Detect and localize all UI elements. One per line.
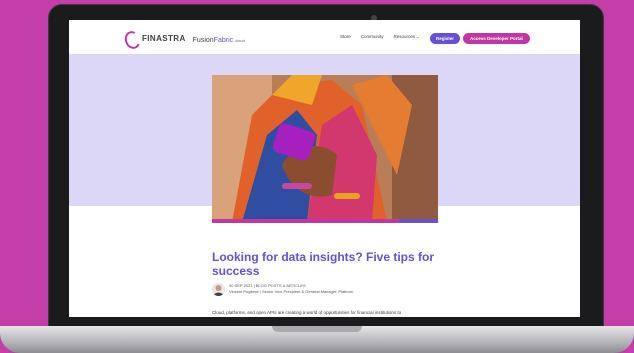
nav-community[interactable]: Community [361, 34, 384, 39]
finastra-logo-icon [125, 30, 138, 46]
logo-fusionfabric: FusionFabric.cloud [192, 37, 245, 44]
article-title: Looking for data insights? Five tips for… [212, 250, 435, 278]
developer-portal-button[interactable]: Access Developer Portal [463, 33, 530, 44]
nav-store[interactable]: Store [340, 34, 351, 39]
author-portrait [212, 283, 225, 296]
nav-resources[interactable]: Resources⌄ [394, 34, 420, 39]
hero-image [212, 75, 438, 222]
laptop-notch [272, 326, 362, 332]
main-nav: Store Community Resources⌄ [340, 34, 419, 39]
laptop-base [0, 326, 634, 353]
register-button[interactable]: Register [430, 33, 461, 44]
hero-accent-bar-purple [399, 219, 438, 223]
woman-with-phone-illustration [212, 75, 438, 222]
article-meta: 30 SEP 2021 | BLOG POSTS & ARTICLES [229, 283, 306, 288]
avatar [212, 283, 225, 296]
finastra-logo[interactable]: FINASTRA FusionFabric.cloud [125, 29, 245, 47]
article-body: Cloud, platforms, and open APIs are crea… [212, 310, 402, 315]
article-author: Vincent Pugliese | Senior Vice President… [229, 289, 354, 294]
logo-finastra-text: FINASTRA [142, 33, 186, 43]
site-header: FINASTRA FusionFabric.cloud Store Commun… [69, 20, 580, 54]
browser-screen: FINASTRA FusionFabric.cloud Store Commun… [69, 20, 580, 317]
chevron-down-icon: ⌄ [416, 34, 420, 39]
